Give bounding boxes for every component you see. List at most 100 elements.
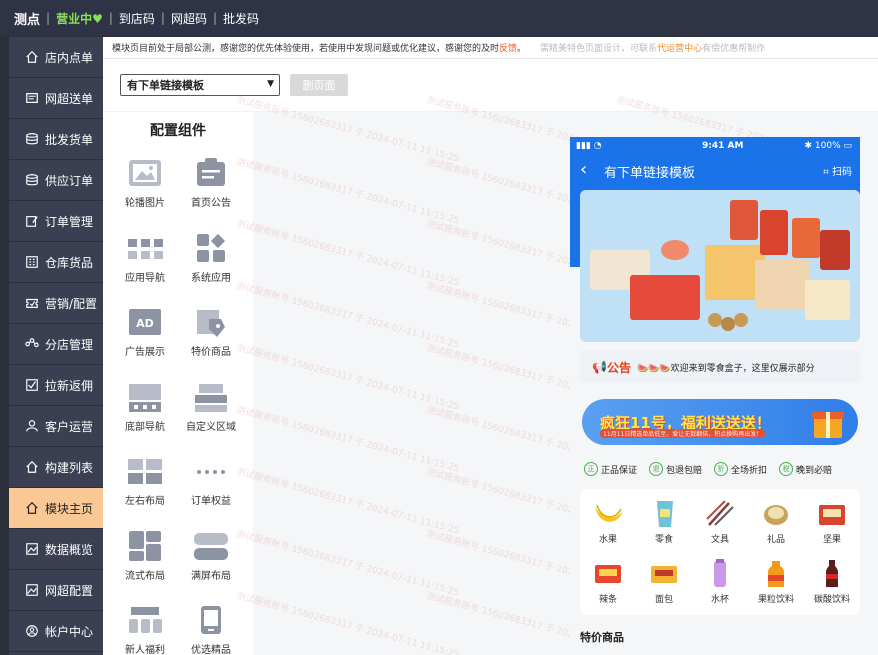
delete-page-button[interactable]: 删页面: [290, 74, 348, 96]
component-12[interactable]: 满屏布局: [178, 523, 244, 598]
sidebar-item-4[interactable]: 供应订单: [9, 160, 103, 201]
category-item[interactable]: 水果: [580, 497, 636, 557]
sidebar: 店内点单网超送单批发货单 供应订单订单管理仓库货品营销/配置分店管理 拉新返佣客户运…: [9, 37, 103, 655]
guarantee-item: 税晚到必赔: [779, 459, 832, 479]
phone-navbar: ‹ 有下单链接模板 ⌗ 扫码: [570, 157, 860, 183]
business-status[interactable]: 营业中♥: [56, 10, 103, 27]
sidebar-item-9[interactable]: 拉新返佣: [9, 365, 103, 406]
category-label: 碳酸饮料: [813, 595, 850, 605]
ops-center-link[interactable]: 代运营中心: [657, 44, 702, 54]
beta-notice: 模块页目前处于局部公测，感谢您的优先体验使用，若使用中发现问题或优化建议，感谢您…: [103, 37, 878, 59]
home-icon: [24, 459, 40, 475]
sidebar-item-label: 模块主页: [45, 501, 94, 516]
sidebar-item-label: 订单管理: [45, 214, 94, 229]
component-label: 应用导航: [125, 272, 165, 284]
sidebar-item-8[interactable]: 分店管理: [9, 324, 103, 365]
sidebar-item-label: 客户运营: [45, 419, 94, 434]
component-7[interactable]: 底部导航: [112, 374, 178, 449]
component-3[interactable]: 应用导航: [112, 225, 178, 300]
divider: |: [46, 11, 51, 25]
component-11[interactable]: 流式布局: [112, 523, 178, 598]
announcement-tag-label: 公告: [606, 360, 631, 375]
category-item[interactable]: 辣条: [580, 557, 636, 617]
sidebar-item-label: 营销/配置: [45, 296, 98, 311]
wholesale-code-link[interactable]: 批发码: [223, 10, 259, 27]
notice-end: 。: [517, 44, 527, 54]
component-label: 特价商品: [191, 347, 231, 358]
announcement-tag: 📢 公告: [592, 359, 631, 376]
component-8[interactable]: 自定义区域: [178, 374, 244, 449]
sidebar-item-1[interactable]: 店内点单: [9, 37, 103, 78]
category-item[interactable]: 面包: [636, 557, 692, 617]
juice-icon: [759, 557, 793, 589]
design-hint: 需精美特色页面设计，可联系代运营中心有偿优惠帮制作: [540, 41, 765, 54]
category-item[interactable]: 果粒饮料: [748, 557, 804, 617]
sidebar-item-6[interactable]: 仓库货品: [9, 242, 103, 283]
guarantee-label: 正品保证: [601, 465, 638, 476]
warehouse-icon: [24, 254, 40, 270]
scan-button[interactable]: ⌗ 扫码: [823, 163, 852, 178]
sidebar-item-11[interactable]: 构建列表: [9, 447, 103, 488]
category-label: 面包: [654, 595, 673, 605]
component-2[interactable]: 首页公告: [178, 150, 244, 225]
sidebar-item-5[interactable]: 订单管理: [9, 201, 103, 242]
promo-subtitle: 11月11日精选单品低至，爱让无数翻倍，积点换购再出发！: [600, 429, 766, 438]
sidebar-item-7[interactable]: 营销/配置: [9, 283, 103, 324]
netsuper-code-link[interactable]: 网超码: [171, 10, 207, 27]
sidebar-item-14[interactable]: 网超配置: [9, 570, 103, 611]
component-9[interactable]: 左右布局: [112, 448, 178, 523]
component-4[interactable]: 系统应用: [178, 225, 244, 300]
promo-banner[interactable]: 疯狂11号，福利送送送！ 11月11日精选单品低至，爱让无数翻倍，积点换购再出发…: [582, 399, 858, 445]
category-item[interactable]: 礼品: [748, 497, 804, 557]
category-label: 零食: [654, 535, 673, 545]
split-layout-icon: [125, 454, 165, 488]
component-grid: 轮播图片 首页公告应用导航 系统应用 AD 广告展示 特价商品底部导航 自定义区域 左右布局 订…: [103, 150, 253, 655]
component-5[interactable]: AD 广告展示: [112, 299, 178, 374]
category-item[interactable]: 文具: [692, 497, 748, 557]
toolbar: 有下单链接模板 ▼ 删页面: [103, 59, 878, 111]
back-arrow-icon[interactable]: ‹: [580, 159, 587, 180]
category-label: 文具: [710, 535, 729, 545]
category-label: 坚果: [822, 535, 841, 545]
sidebar-item-3[interactable]: 批发货单: [9, 119, 103, 160]
component-6[interactable]: 特价商品: [178, 299, 244, 374]
special-offer-title: 特价商品: [580, 631, 624, 644]
banana-icon: [591, 497, 625, 529]
component-14[interactable]: 优选精品: [178, 597, 244, 655]
battery-percent: 100%: [814, 141, 841, 151]
guarantee-label: 包退包赔: [666, 465, 703, 476]
component-10[interactable]: 订单权益: [178, 448, 244, 523]
custom-area-icon: [191, 380, 231, 414]
feedback-link[interactable]: 反馈: [499, 41, 517, 54]
category-item[interactable]: 坚果: [804, 497, 860, 557]
scan-icon: ⌗: [823, 167, 829, 178]
template-select[interactable]: 有下单链接模板 ▼: [120, 74, 280, 96]
component-label: 广告展示: [125, 347, 165, 358]
signal-icon: ▮▮▮ ◔: [576, 141, 602, 151]
component-1[interactable]: 轮播图片: [112, 150, 178, 225]
scan-label: 扫码: [832, 167, 852, 178]
sidebar-item-15[interactable]: 帐户中心: [9, 611, 103, 652]
component-13[interactable]: 新人福利: [112, 597, 178, 655]
guarantee-label: 晚到必赔: [796, 465, 833, 476]
users-icon: [24, 418, 40, 434]
sidebar-item-label: 构建列表: [45, 460, 94, 475]
sidebar-item-label: 网超送单: [45, 91, 94, 106]
sidebar-item-label: 数据概览: [45, 542, 94, 557]
category-item[interactable]: 零食: [636, 497, 692, 557]
sidebar-item-13[interactable]: 数据概览: [9, 529, 103, 570]
category-item[interactable]: 水杯: [692, 557, 748, 617]
top-bar: 测点 | 营业中♥ | 到店码 | 网超码 | 批发码: [0, 0, 878, 36]
store-code-link[interactable]: 到店码: [119, 10, 155, 27]
image-icon: [24, 541, 40, 557]
gift-box-icon: [812, 412, 844, 438]
category-item[interactable]: 碳酸饮料: [804, 557, 860, 617]
component-panel: 配置组件 轮播图片 首页公告 应用导航 系统应用 AD 广告展示 特价商品 底部导航 自定义区域…: [103, 112, 253, 655]
sidebar-item-10[interactable]: 客户运营: [9, 406, 103, 447]
sidebar-item-2[interactable]: 网超送单: [9, 78, 103, 119]
ad-icon: AD: [125, 305, 165, 339]
carousel-banner[interactable]: [580, 190, 860, 342]
sidebar-item-12[interactable]: 模块主页: [9, 488, 103, 529]
announcement-bar[interactable]: 📢 公告 🍉🍉🍉欢迎来到零食盒子，这里仅展示部分: [580, 351, 860, 383]
divider: |: [108, 11, 113, 25]
